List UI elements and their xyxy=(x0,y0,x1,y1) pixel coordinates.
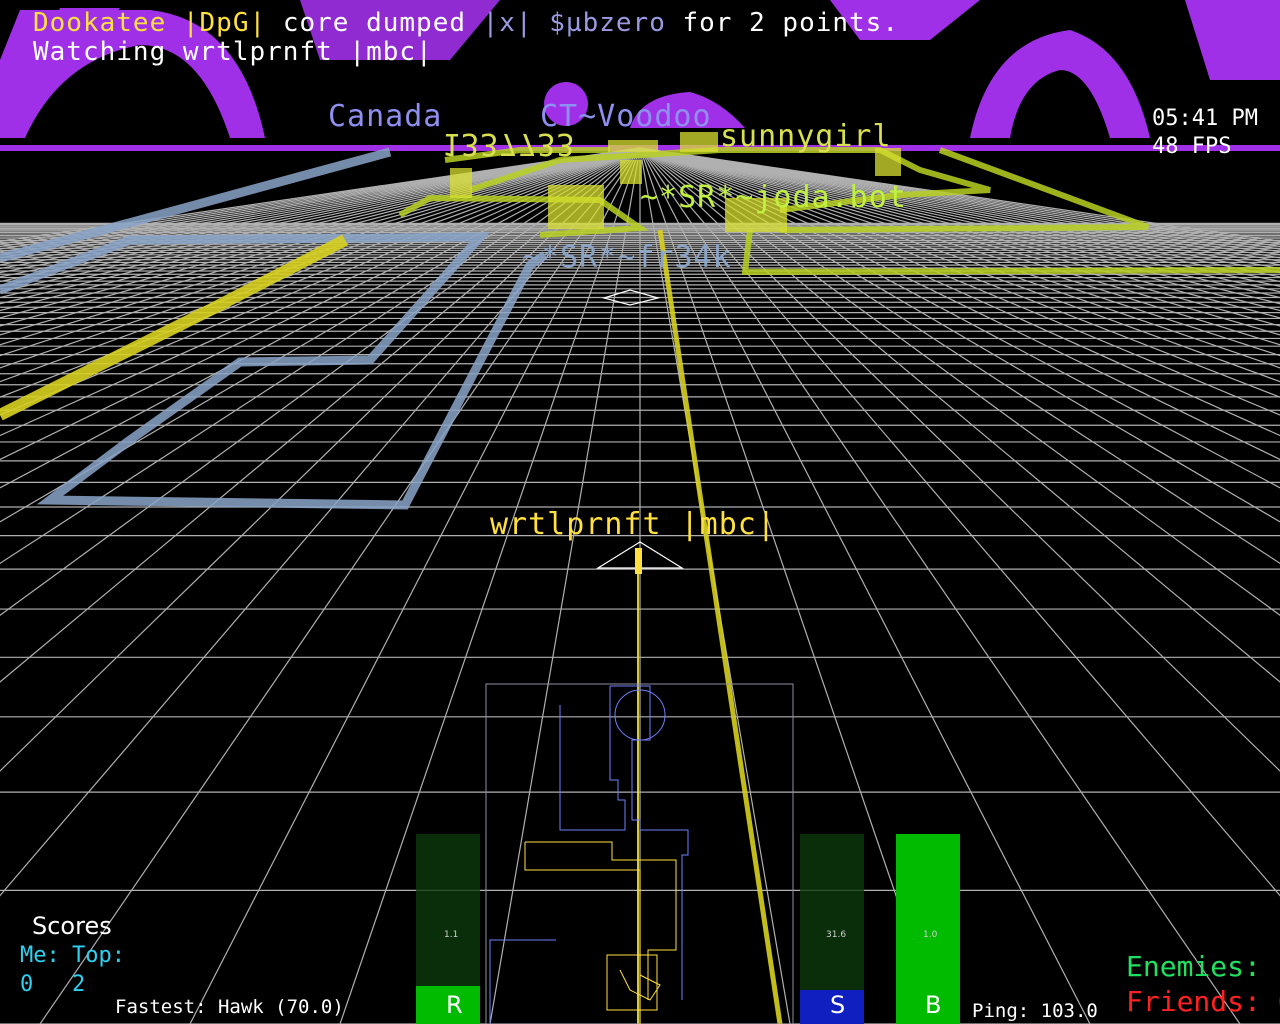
grid-line xyxy=(639,147,941,1024)
grid-line xyxy=(0,147,641,489)
grid-line xyxy=(0,147,641,369)
fastest-player: Fastest: Hawk (70.0) xyxy=(115,996,344,1018)
victim-name: |x| $µbzero xyxy=(482,8,666,38)
grid-line xyxy=(0,147,641,270)
grid-line xyxy=(0,147,641,437)
grid-line xyxy=(39,147,641,1024)
grid-line xyxy=(339,147,641,1024)
grid-line xyxy=(0,147,641,253)
grid-line xyxy=(0,147,641,383)
grid-line xyxy=(0,147,641,250)
scores-top-value: 2 xyxy=(72,972,86,997)
player-name-sunnygirl: sunnygirl xyxy=(720,119,892,154)
scores-title: Scores xyxy=(32,912,112,940)
gauge-value-b: 1.0 xyxy=(923,930,938,940)
grid-line xyxy=(0,147,641,683)
gauge-letter-b: B xyxy=(925,991,942,1019)
scores-me-label: Me: xyxy=(20,943,60,968)
grid-line xyxy=(0,147,641,288)
gauge-value-s: 31.6 xyxy=(826,930,847,940)
grid-line xyxy=(0,147,641,245)
gauge-value-r: 1.1 xyxy=(444,930,459,940)
enemies-count: Enemies: 1 xyxy=(1126,950,1280,983)
grid-line xyxy=(0,147,641,305)
killer-name: Dookatee |DpG| xyxy=(33,8,267,38)
player-name-joda: ~*SR*~joda.bot xyxy=(640,180,907,215)
grid-line xyxy=(0,147,641,461)
grid-line xyxy=(0,147,641,274)
grid-line xyxy=(0,147,641,327)
grid-line xyxy=(0,147,641,398)
gauge-letter-r: R xyxy=(446,991,463,1019)
kill-suffix: for 2 points. xyxy=(682,8,899,38)
grid-line xyxy=(0,147,641,416)
player-name-self: wrtlprnft |mbc| xyxy=(490,507,776,542)
grid-line xyxy=(0,147,641,256)
friends-count: Friends: 0 xyxy=(1126,985,1280,1018)
grid-line xyxy=(0,147,641,565)
ping-readout: Ping: 103.0 xyxy=(972,1000,1098,1022)
gauges xyxy=(416,834,960,1024)
grid-line xyxy=(0,147,641,312)
grid-line xyxy=(0,147,641,293)
grid-line xyxy=(0,147,641,299)
clock: 05:41 PM xyxy=(1152,106,1258,131)
self-cycle xyxy=(635,548,642,574)
player-name-fr34k: ~*SR*~fr34k xyxy=(522,240,732,275)
grid-line xyxy=(0,147,641,616)
grid-line xyxy=(0,147,641,262)
grid-line xyxy=(0,147,641,357)
grid-line xyxy=(0,147,641,247)
fps-counter: 48 FPS xyxy=(1152,134,1232,159)
player-name-1337: 1337733 xyxy=(442,126,576,161)
grid-line xyxy=(0,147,641,897)
scores-me-value: 0 xyxy=(20,972,34,997)
kill-verb: core dumped xyxy=(282,8,466,38)
grid-line xyxy=(0,147,641,283)
grid-line xyxy=(0,147,641,266)
grid-line xyxy=(0,147,641,243)
console-watching-message: Watching wrtlprnft |mbc| xyxy=(33,37,433,67)
grid-line xyxy=(489,147,641,1024)
grid-line xyxy=(0,147,641,259)
grid-line xyxy=(0,147,641,336)
gauge-letter-s: S xyxy=(830,991,846,1019)
scores-top-label: Top: xyxy=(72,943,125,968)
grid-line xyxy=(0,147,641,346)
yellow-walls xyxy=(0,229,783,1024)
player-name-canada: Canada xyxy=(328,99,443,134)
grid-line xyxy=(0,147,641,523)
console-kill-message: Dookatee |DpG| core dumped |x| $µbzero f… xyxy=(33,10,899,36)
grid-line xyxy=(0,147,641,772)
grid-line xyxy=(0,147,641,278)
grid-line xyxy=(0,147,641,319)
